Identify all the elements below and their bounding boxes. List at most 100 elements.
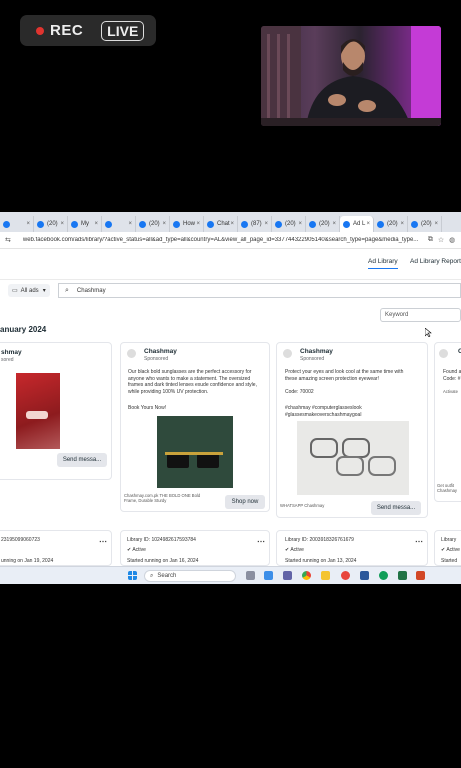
- globe-icon: [3, 220, 10, 228]
- facebook-icon: [139, 220, 146, 228]
- presenter-video: [261, 26, 441, 126]
- filter-bar: ▭ All ads ▾ ⌕ Chashmay: [0, 282, 461, 300]
- address-bar[interactable]: ⇆ web.facebook.com/ads/library/?active_s…: [0, 232, 461, 249]
- screen-capture: × (20) × My × × (20) × How × Chat × (87) × (20) × (20) × A…: [0, 212, 461, 584]
- url-text[interactable]: web.facebook.com/ads/library/?active_sta…: [23, 237, 423, 243]
- close-tab-icon[interactable]: ×: [128, 221, 132, 227]
- browser-tab[interactable]: Ad L ×: [340, 216, 374, 232]
- tab-label: (20): [387, 221, 398, 227]
- tab-label: (20): [149, 221, 160, 227]
- chevron-down-icon: ▾: [42, 288, 46, 294]
- bookmark-star-icon[interactable]: ☆: [438, 236, 444, 244]
- all-ads-label: All ads: [20, 287, 39, 294]
- active-check-icon: ✔: [285, 547, 290, 553]
- close-tab-icon[interactable]: ×: [230, 221, 234, 227]
- active-check-icon: ✔: [127, 547, 132, 553]
- tab-label: (20): [421, 221, 432, 227]
- sponsored-label: Sponsored: [300, 356, 325, 362]
- ad-meta-card: 23195099060723 ⋯ unning on Jan 19, 2024: [0, 530, 112, 566]
- ad-image: [16, 373, 60, 449]
- file-explorer-icon[interactable]: [321, 571, 330, 580]
- nav-ad-library-report[interactable]: Ad Library Report: [410, 258, 461, 265]
- ad-body-text: Found a Code: #: [443, 369, 461, 382]
- advertiser-name[interactable]: shmay: [1, 349, 22, 356]
- shop-now-button[interactable]: Shop now: [225, 495, 265, 509]
- widgets-icon[interactable]: [264, 571, 273, 580]
- close-tab-icon[interactable]: ×: [60, 221, 64, 227]
- search-input[interactable]: ⌕ Chashmay: [58, 283, 461, 298]
- browser-tab[interactable]: (20) ×: [374, 216, 408, 232]
- word-icon[interactable]: [360, 571, 369, 580]
- chat-icon: [207, 220, 214, 228]
- keyword-input[interactable]: Keyword: [380, 308, 461, 322]
- browser-tab[interactable]: (20) ×: [136, 216, 170, 232]
- facebook-icon: [309, 220, 316, 228]
- send-message-button[interactable]: Send messa...: [371, 501, 421, 515]
- close-tab-icon[interactable]: ×: [366, 221, 370, 227]
- browser-tab[interactable]: (87) ×: [238, 216, 272, 232]
- more-options-icon[interactable]: ⋯: [257, 537, 265, 546]
- browser-tab[interactable]: Chat ×: [204, 216, 238, 232]
- ad-library-header: Ad Library Ad Library Report: [0, 249, 461, 280]
- browser-tab[interactable]: (20) ×: [408, 216, 442, 232]
- ad-image: [157, 416, 233, 488]
- close-tab-icon[interactable]: ×: [434, 221, 438, 227]
- close-tab-icon[interactable]: ×: [196, 221, 200, 227]
- eyeglasses-image: [310, 438, 396, 476]
- powerpoint-icon[interactable]: [416, 571, 425, 580]
- close-tab-icon[interactable]: ×: [26, 221, 30, 227]
- page-icon: [173, 220, 180, 228]
- browser-tab[interactable]: How ×: [170, 216, 204, 232]
- close-tab-icon[interactable]: ×: [298, 221, 302, 227]
- browser-tab[interactable]: My ×: [68, 216, 102, 232]
- facebook-icon: [411, 220, 418, 228]
- avatar[interactable]: [283, 349, 292, 358]
- windows-start-icon[interactable]: [128, 571, 137, 580]
- started-running: unning on Jan 19, 2024: [1, 558, 54, 564]
- ad-type-dropdown[interactable]: ▭ All ads ▾: [8, 284, 50, 297]
- advertiser-name[interactable]: Chashmay: [144, 348, 177, 355]
- close-tab-icon[interactable]: ×: [264, 221, 268, 227]
- excel-icon[interactable]: [398, 571, 407, 580]
- browser-tab[interactable]: (20) ×: [306, 216, 340, 232]
- task-view-icon[interactable]: [246, 571, 255, 580]
- search-icon: ⌕: [65, 286, 69, 294]
- link-caption: WHATSAPP Chashmay: [280, 503, 325, 508]
- profile-icon[interactable]: ◍: [449, 236, 455, 244]
- browser-tab[interactable]: (20) ×: [34, 216, 68, 232]
- close-tab-icon[interactable]: ×: [332, 221, 336, 227]
- avatar[interactable]: [127, 349, 136, 358]
- status-active: Active: [446, 547, 460, 553]
- ad-body-text: Our black bold sunglasses are the perfec…: [128, 369, 257, 395]
- close-tab-icon[interactable]: ×: [162, 221, 166, 227]
- site-info-icon[interactable]: ⇆: [5, 236, 11, 244]
- messenger-icon: [71, 220, 78, 228]
- advertiser-name[interactable]: Chashmay: [300, 348, 333, 355]
- started-running: Started running on Jan 16, 2024: [127, 558, 199, 564]
- more-options-icon[interactable]: ⋯: [99, 537, 107, 546]
- browser-tab[interactable]: ×: [102, 216, 136, 232]
- more-options-icon[interactable]: ⋯: [415, 537, 423, 546]
- ads-category-icon: ▭: [12, 288, 18, 294]
- teams-icon[interactable]: [283, 571, 292, 580]
- taskbar-search[interactable]: ⌕ Search: [144, 570, 236, 582]
- edge-icon[interactable]: [379, 571, 388, 580]
- nav-ad-library[interactable]: Ad Library: [368, 258, 398, 269]
- started-running: Started: [441, 558, 458, 564]
- send-message-button[interactable]: Send messa...: [57, 453, 107, 467]
- close-tab-icon[interactable]: ×: [94, 221, 98, 227]
- search-icon: ⌕: [150, 572, 154, 579]
- ad-code-text: Code: 70002: [285, 389, 314, 395]
- avatar[interactable]: [439, 349, 448, 358]
- ad-card: Chashmay Sponsored Our black bold sungla…: [120, 342, 270, 512]
- browser-app-icon[interactable]: [341, 571, 350, 580]
- browser-tab-bar: × (20) × My × × (20) × How × Chat × (87) × (20) × (20) × A…: [0, 212, 461, 232]
- browser-tab[interactable]: (20) ×: [272, 216, 306, 232]
- ad-card: Chashmay Sponsored Protect your eyes and…: [276, 342, 428, 518]
- ad-meta-card: Library ID: 1024982617593784 ⋯ ✔ Active …: [120, 530, 270, 566]
- screenshot-icon[interactable]: ⧉: [428, 236, 433, 244]
- close-tab-icon[interactable]: ×: [400, 221, 404, 227]
- browser-tab[interactable]: ×: [0, 216, 34, 232]
- chrome-icon[interactable]: [302, 571, 311, 580]
- tab-label: (20): [319, 221, 330, 227]
